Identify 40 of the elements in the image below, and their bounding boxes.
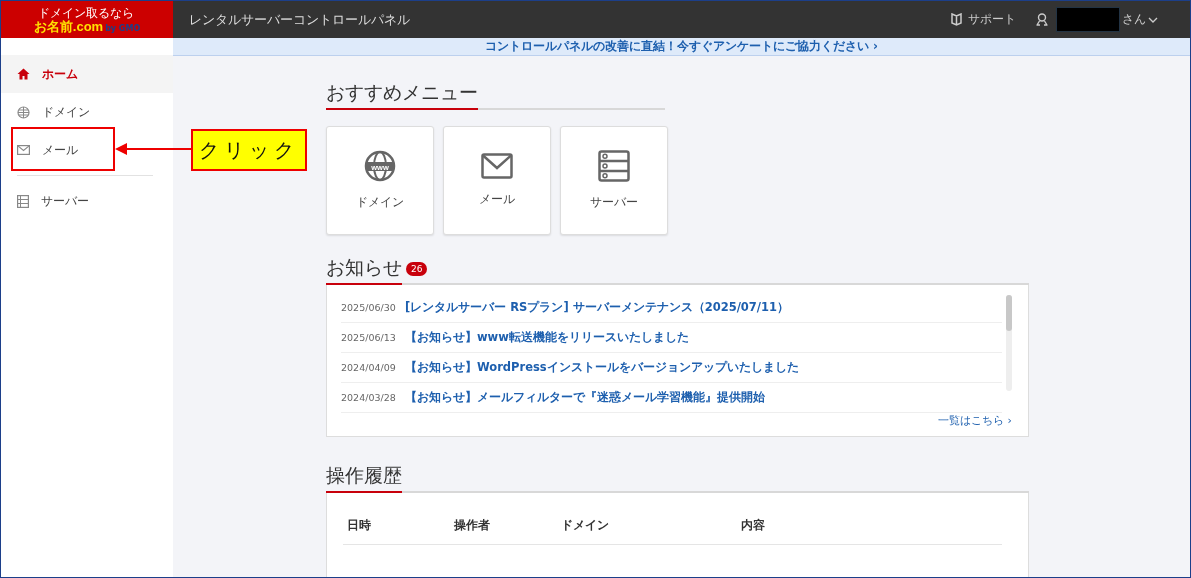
scrollbar[interactable]	[1006, 295, 1012, 391]
news-link[interactable]: 【お知らせ】メールフィルターで『迷惑メール学習機能』提供開始	[405, 390, 765, 405]
news-link[interactable]: 【お知らせ】www転送機能をリリースいたしました	[405, 330, 689, 345]
server-icon	[17, 194, 29, 208]
news-date: 2024/03/28	[341, 392, 397, 403]
column-header: 日時	[347, 517, 372, 534]
column-header: 内容	[741, 517, 766, 534]
menu-card[interactable]: サーバー	[560, 126, 668, 235]
sidebar-item[interactable]: メール	[1, 131, 173, 169]
survey-banner[interactable]: コントロールパネルの改善に直結！今すぐアンケートにご協力ください ›	[173, 38, 1190, 56]
news-date: 2024/04/09	[341, 362, 397, 373]
support-link[interactable]: サポート	[951, 11, 1016, 28]
logo-tagline: ドメイン取るなら	[37, 5, 134, 20]
user-icon	[1036, 13, 1048, 26]
redacted-username	[1056, 7, 1120, 32]
section-title: おすすめメニュー	[326, 80, 478, 110]
logo-by: by GMO	[105, 23, 141, 34]
news-link[interactable]: 【お知らせ】WordPressインストールをバージョンアップいたしました	[405, 360, 799, 375]
column-header: 操作者	[454, 517, 491, 534]
sidebar-item[interactable]: サーバー	[1, 182, 173, 220]
news-link[interactable]: [レンタルサーバー RSプラン] サーバーメンテナンス（2025/07/11）	[405, 300, 790, 315]
sidebar-item[interactable]: ホーム	[1, 55, 173, 93]
home-icon	[17, 68, 30, 80]
mail-icon	[481, 153, 513, 179]
chevron-down-icon	[1148, 16, 1158, 23]
server-icon	[598, 150, 630, 182]
globe-icon	[17, 105, 30, 119]
sidebar-item[interactable]: ドメイン	[1, 93, 173, 131]
news-count-badge: 26	[406, 262, 428, 276]
view-all-link[interactable]: 一覧はこちら ›	[938, 413, 1012, 428]
callout-label: クリック	[191, 129, 307, 171]
column-header: ドメイン	[561, 517, 610, 534]
user-menu[interactable]: さん	[1122, 11, 1158, 28]
news-date: 2025/06/13	[341, 332, 397, 343]
app-title: レンタルサーバーコントロールパネル	[189, 10, 410, 29]
logo-name: お名前.com	[33, 19, 104, 34]
menu-card[interactable]: メール	[443, 126, 551, 235]
book-icon	[951, 13, 962, 26]
news-date: 2025/06/30	[341, 302, 397, 313]
mail-icon	[17, 145, 30, 155]
